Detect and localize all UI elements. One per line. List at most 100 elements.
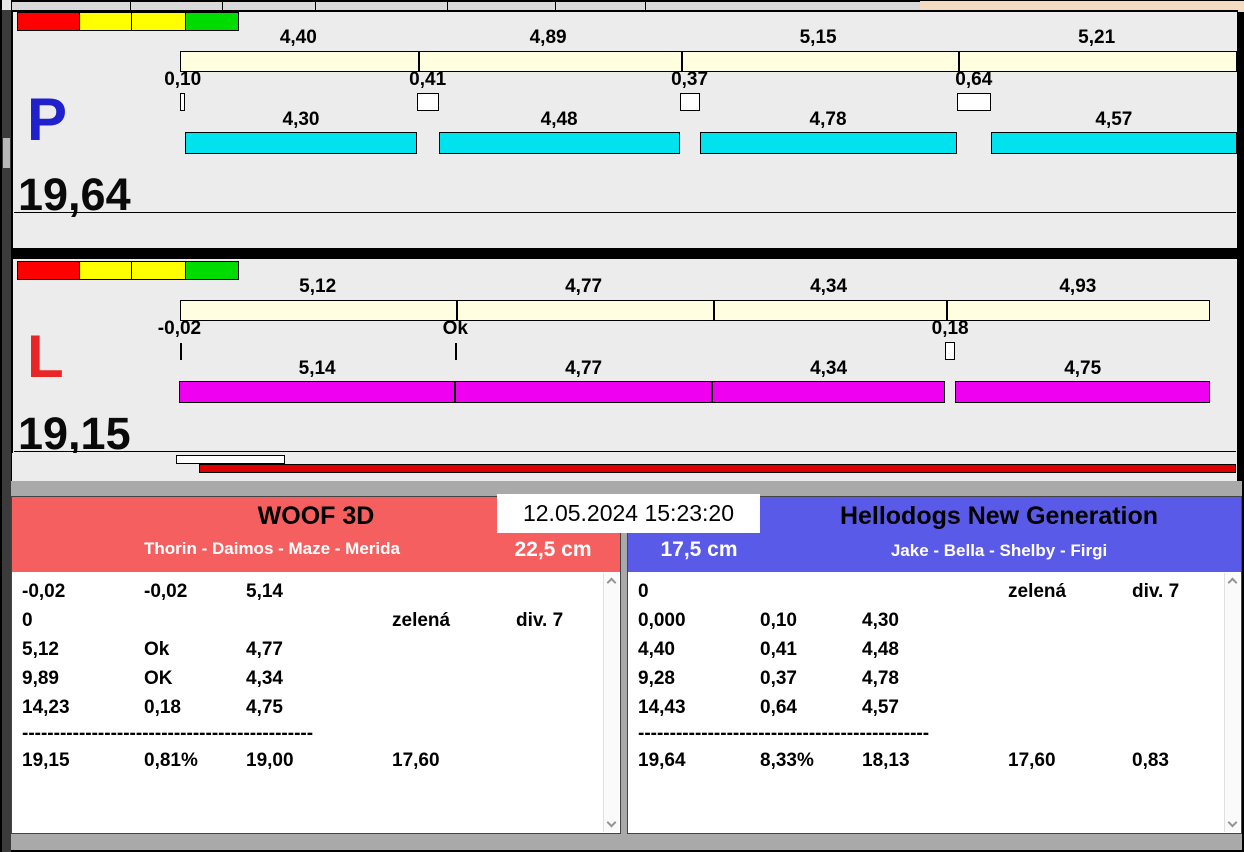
result-cell	[516, 664, 606, 693]
clean-time-bar-segment	[711, 381, 946, 403]
right-border	[1237, 12, 1244, 481]
result-cell	[516, 635, 606, 664]
result-cell: -0,02	[144, 580, 188, 602]
changeover-label: 0,37	[671, 69, 709, 90]
application-window: P 19,64 4,40 0,10 4,30 4,89 0,41 4,48 5,15 0,37…	[0, 0, 1244, 852]
changeover-label: 0,41	[409, 69, 447, 90]
result-cell: 4,78	[862, 667, 899, 689]
scroll-down-icon[interactable]	[1227, 817, 1238, 828]
lane-total-time: 19,64	[18, 169, 131, 220]
result-row: 14,43 0,64 4,57	[638, 693, 1222, 722]
scrollbar-thumb[interactable]	[3, 138, 10, 168]
table-scrollbar[interactable]	[603, 573, 619, 832]
traffic-light-segment	[17, 261, 80, 280]
result-cell: 9,28	[638, 667, 675, 689]
result-cell	[516, 693, 606, 722]
result-cell: 0,18	[144, 696, 181, 718]
changeover-marker	[416, 93, 439, 111]
lane-letter: L	[27, 323, 64, 390]
result-cell: 4,77	[246, 638, 283, 660]
clean-time-label: 4,77	[565, 358, 603, 379]
clean-time-label: 5,14	[298, 358, 336, 379]
result-row: 19,15 0,81% 19,00 17,60	[22, 746, 606, 775]
lane-p: P 19,64 4,40 0,10 4,30 4,89 0,41 4,48 5,15 0,37…	[12, 10, 1238, 248]
result-row: 19,64 8,33% 18,13 17,60 0,83	[638, 746, 1222, 775]
changeover-label: 0,18	[931, 318, 969, 339]
clean-time-bar-segment	[185, 132, 417, 154]
result-cell: 14,43	[638, 696, 686, 718]
clean-time-bar-segment	[699, 132, 957, 154]
result-cell: 14,23	[22, 696, 70, 718]
scrollbar-top-cap	[2, 0, 11, 10]
result-cell	[1132, 606, 1222, 635]
lane-underline	[14, 451, 1236, 452]
scroll-up-icon[interactable]	[1227, 577, 1238, 588]
traffic-light-segment	[79, 12, 132, 31]
result-cell: 0,81%	[144, 749, 198, 771]
result-cell: zelená	[1008, 580, 1067, 602]
result-cell	[1008, 664, 1132, 693]
result-row: 4,40 0,41 4,48	[638, 635, 1222, 664]
result-cell: 0,37	[760, 667, 797, 689]
scroll-down-icon[interactable]	[606, 817, 617, 828]
result-row: 0,000 0,10 4,30	[638, 606, 1222, 635]
result-cell: 4,75	[246, 696, 283, 718]
result-cell	[392, 577, 516, 606]
result-cell	[1008, 606, 1132, 635]
scroll-up-icon[interactable]	[606, 577, 617, 588]
result-cell: 9,89	[22, 667, 59, 689]
lane-total-time: 19,15	[18, 408, 131, 459]
datetime-display: 12.05.2024 15:23:20	[497, 494, 760, 533]
clean-time-bar-segment	[991, 132, 1237, 154]
result-cell: 19,00	[246, 749, 294, 771]
changeover-marker	[945, 342, 955, 360]
clean-time-label: 4,57	[1095, 109, 1133, 130]
result-cell	[392, 664, 516, 693]
clean-time-label: 4,75	[1064, 358, 1102, 379]
split-time-label: 4,93	[1059, 276, 1097, 297]
result-cell: 17,60	[1008, 749, 1056, 771]
traffic-light-segment	[79, 261, 132, 280]
left-scrollbar[interactable]	[2, 0, 11, 852]
team-panel-right: Hellodogs New Generation Jake - Bella - …	[627, 496, 1242, 834]
traffic-light-segment	[131, 261, 186, 280]
changeover-label: -0,02	[157, 318, 202, 339]
split-time-label: 4,34	[810, 276, 848, 297]
result-cell: div. 7	[1132, 580, 1180, 602]
result-row: 0 zelená div. 7	[22, 606, 606, 635]
result-cell	[1132, 664, 1222, 693]
result-row: 9,89 OK 4,34	[22, 664, 606, 693]
result-row: 0 zelená div. 7	[638, 577, 1222, 606]
split-time-label: 4,89	[529, 27, 567, 48]
jump-height: 17,5 cm	[660, 538, 738, 561]
result-cell: 0,41	[760, 638, 797, 660]
result-cell	[760, 577, 862, 606]
clean-time-bar-segment	[455, 381, 712, 403]
result-cell	[1008, 635, 1132, 664]
changeover-marker	[455, 343, 458, 360]
clean-time-label: 4,30	[282, 109, 320, 130]
split-time-label: 5,15	[799, 27, 837, 48]
separator-row: ----------------------------------------…	[638, 722, 1222, 746]
lane-l: L 19,15 5,12 -0,02 5,14 4,77 Ok 4,77 4,34 4,34 4…	[12, 259, 1238, 459]
changeover-label: 0,10	[164, 69, 202, 90]
result-cell	[516, 746, 606, 775]
team-results-right: 0 zelená div. 7 0,000 0,10 4,30 4,40 0,41 4,48 9,…	[628, 572, 1241, 833]
clean-time-label: 4,78	[809, 109, 847, 130]
result-cell	[392, 693, 516, 722]
table-scrollbar[interactable]	[1224, 573, 1240, 832]
team-dogs: Jake - Bella - Shelby - Firgi	[890, 541, 1108, 560]
changeover-marker	[180, 343, 182, 360]
clean-time-bar-segment	[438, 132, 680, 154]
result-cell	[246, 606, 392, 635]
result-cell: zelená	[392, 609, 451, 631]
traffic-light-segment	[17, 12, 80, 31]
separator-dashes: ----------------------------------------…	[22, 723, 314, 744]
jump-height: 22,5 cm	[514, 538, 592, 561]
split-time-label: 4,77	[565, 276, 603, 297]
result-cell: 4,34	[246, 667, 283, 689]
team-dogs: Thorin - Daimos - Maze - Merida	[144, 539, 400, 558]
result-cell	[1008, 693, 1132, 722]
result-cell: div. 7	[516, 609, 564, 631]
split-divider	[713, 301, 715, 320]
